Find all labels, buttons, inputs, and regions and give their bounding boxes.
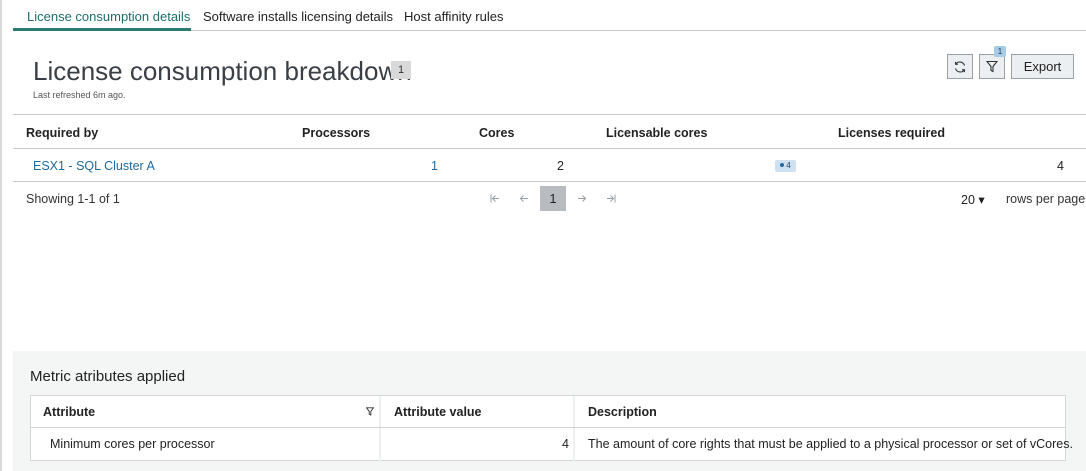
column-header-attribute-value[interactable]: Attribute value [394,405,482,419]
attribute-name: Minimum cores per processor [50,437,215,451]
previous-page-icon[interactable] [515,189,533,207]
filter-count-badge: 1 [994,46,1006,57]
license-table: Required by Processors Cores Licensable … [13,114,1086,215]
licensable-cores-value: 4 [786,161,791,170]
filter-button[interactable] [979,54,1005,79]
tab-host-affinity-rules[interactable]: Host affinity rules [404,9,503,24]
filter-icon [986,60,998,73]
attribute-description: The amount of core rights that must be a… [588,437,1073,451]
refresh-button[interactable] [947,54,973,79]
column-header-licensable-cores[interactable]: Licensable cores [606,126,707,140]
refresh-icon [953,60,967,74]
column-header-licenses-required[interactable]: Licenses required [838,126,945,140]
pagination: Showing 1-1 of 1 1 20 ▾ rows per page [13,182,1086,215]
cores-value: 2 [557,159,564,173]
processors-link[interactable]: 1 [431,159,438,173]
page-title: License consumption breakdown [33,56,412,86]
attribute-filter-icon[interactable] [365,404,375,419]
column-header-processors[interactable]: Processors [302,126,370,140]
status-dot-icon [780,162,785,167]
rows-per-page-label: rows per page [1006,192,1086,206]
column-header-cores[interactable]: Cores [479,126,514,140]
current-page-button[interactable]: 1 [540,186,566,211]
tab-license-consumption-details[interactable]: License consumption details [27,9,190,24]
metric-attributes-table: Attribute Attribute value Description Mi… [30,395,1073,461]
column-header-description[interactable]: Description [588,405,657,419]
metric-panel-title: Metric atributes applied [30,368,186,385]
attribute-value: 4 [562,437,569,451]
tab-bar: License consumption details Software ins… [13,0,1086,31]
required-by-link[interactable]: ESX1 - SQL Cluster A [33,159,155,173]
table-row: ESX1 - SQL Cluster A 1 2 4 4 [13,149,1086,182]
rows-per-page-select[interactable]: 20 ▾ [961,192,985,207]
left-border [0,0,2,471]
metric-table-header: Attribute Attribute value Description [31,396,1065,428]
column-header-required-by[interactable]: Required by [26,126,98,140]
active-tab-indicator [13,28,191,31]
tab-software-installs-licensing-details[interactable]: Software installs licensing details [203,9,393,24]
export-button[interactable]: Export [1011,54,1074,79]
last-refreshed-text: Last refreshed 6m ago. [33,90,126,100]
next-page-icon[interactable] [573,189,591,207]
last-page-icon[interactable] [602,189,620,207]
licenses-required-value: 4 [1057,159,1064,173]
licensable-cores-badge: 4 [775,160,796,172]
table-header: Required by Processors Cores Licensable … [13,114,1086,149]
metric-attributes-panel: Metric atributes applied Attribute Attri… [13,351,1086,471]
showing-count: Showing 1-1 of 1 [26,192,120,206]
table-row: Minimum cores per processor 4 The amount… [31,428,1073,460]
title-count-badge: 1 [391,61,411,79]
column-header-attribute[interactable]: Attribute [43,405,95,419]
first-page-icon[interactable] [486,189,504,207]
